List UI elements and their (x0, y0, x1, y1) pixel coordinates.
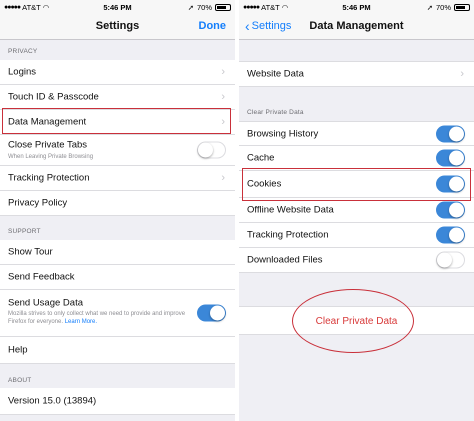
settings-row-send-usage-data: Send Usage Data Mozilla strives to only … (0, 290, 235, 337)
settings-row-tracking-protection[interactable]: Tracking Protection › (0, 166, 235, 191)
row-label: Touch ID & Passcode (8, 91, 99, 103)
battery-icon (215, 4, 231, 11)
settings-row-send-feedback[interactable]: Send Feedback (0, 265, 235, 290)
settings-row-logins[interactable]: Logins › (0, 60, 235, 85)
row-label: Help (8, 344, 28, 356)
row-label: Send Feedback (8, 271, 75, 283)
learn-more-link[interactable]: Learn More. (65, 319, 97, 325)
settings-row-show-tour[interactable]: Show Tour (0, 240, 235, 265)
row-label: Close Private Tabs (8, 139, 88, 151)
section-header-about: ABOUT (8, 377, 32, 384)
nav-bar: Settings Done (0, 14, 235, 40)
clear-item-offline-website-data: Offline Website Data (239, 198, 474, 223)
battery-icon (454, 4, 470, 11)
row-label: Browsing History (247, 128, 319, 139)
chevron-right-icon: › (221, 172, 225, 184)
battery-percent: 70% (435, 3, 451, 12)
location-icon: ➚ (426, 3, 433, 12)
clear-item-tracking-protection: Tracking Protection (239, 223, 474, 248)
downloaded-files-toggle[interactable] (436, 251, 465, 269)
chevron-right-icon: › (221, 91, 225, 103)
location-icon: ➚ (187, 3, 194, 12)
row-label: Show Tour (8, 246, 53, 258)
tracking-protection-toggle[interactable] (436, 226, 465, 244)
data-management-screen: ●●●●● AT&T ◠ 5:46 PM ➚ 70% ‹ Settings Da… (239, 0, 474, 421)
send-usage-data-toggle[interactable] (197, 304, 226, 322)
version-label: Version 15.0 (13894) (8, 395, 97, 407)
settings-row-privacy-policy[interactable]: Privacy Policy (0, 191, 235, 216)
chevron-right-icon: › (460, 68, 464, 80)
annotation-highlight-box (242, 168, 471, 201)
row-label: Logins (8, 66, 36, 78)
done-button[interactable]: Done (199, 20, 227, 32)
clear-item-browsing-history: Browsing History (239, 121, 474, 146)
row-label: Cache (247, 152, 275, 164)
section-header-support: SUPPORT (8, 228, 41, 235)
row-label: Website Data (247, 68, 304, 80)
browsing-history-toggle[interactable] (436, 125, 465, 142)
annotation-highlight-box (2, 108, 231, 134)
offline-website-data-toggle[interactable] (436, 201, 465, 219)
row-sublabel: Mozilla strives to only collect what we … (8, 311, 186, 325)
website-data-row[interactable]: Website Data › (239, 61, 474, 87)
settings-row-touch-id[interactable]: Touch ID & Passcode › (0, 85, 235, 110)
section-header-privacy: PRIVACY (8, 48, 38, 55)
battery-percent: 70% (196, 3, 212, 12)
row-sublabel: When Leaving Private Browsing (8, 154, 94, 160)
status-bar: ●●●●● AT&T ◠ 5:46 PM ➚ 70% (239, 0, 474, 14)
settings-row-close-private-tabs: Close Private Tabs When Leaving Private … (0, 135, 235, 166)
settings-row-version: Version 15.0 (13894) (0, 388, 235, 415)
section-header-clear-private-data: Clear Private Data (247, 109, 304, 116)
chevron-right-icon: › (221, 66, 225, 78)
row-label: Downloaded Files (247, 254, 323, 266)
nav-bar: ‹ Settings Data Management (239, 14, 474, 40)
row-label: Offline Website Data (247, 204, 334, 216)
row-label: Tracking Protection (247, 229, 329, 241)
page-title: Data Management (309, 20, 404, 32)
cache-toggle[interactable] (436, 149, 465, 167)
row-label: Send Usage Data (8, 297, 83, 309)
settings-row-help[interactable]: Help (0, 337, 235, 364)
clear-item-downloaded-files: Downloaded Files (239, 248, 474, 273)
annotation-highlight-ellipse (292, 289, 414, 353)
status-bar: ●●●●● AT&T ◠ 5:46 PM ➚ 70% (0, 0, 235, 14)
row-label: Privacy Policy (8, 197, 68, 209)
row-label: Tracking Protection (8, 172, 90, 184)
close-private-tabs-toggle[interactable] (197, 141, 226, 159)
settings-screen: ●●●●● AT&T ◠ 5:46 PM ➚ 70% Settings Done… (0, 0, 235, 421)
